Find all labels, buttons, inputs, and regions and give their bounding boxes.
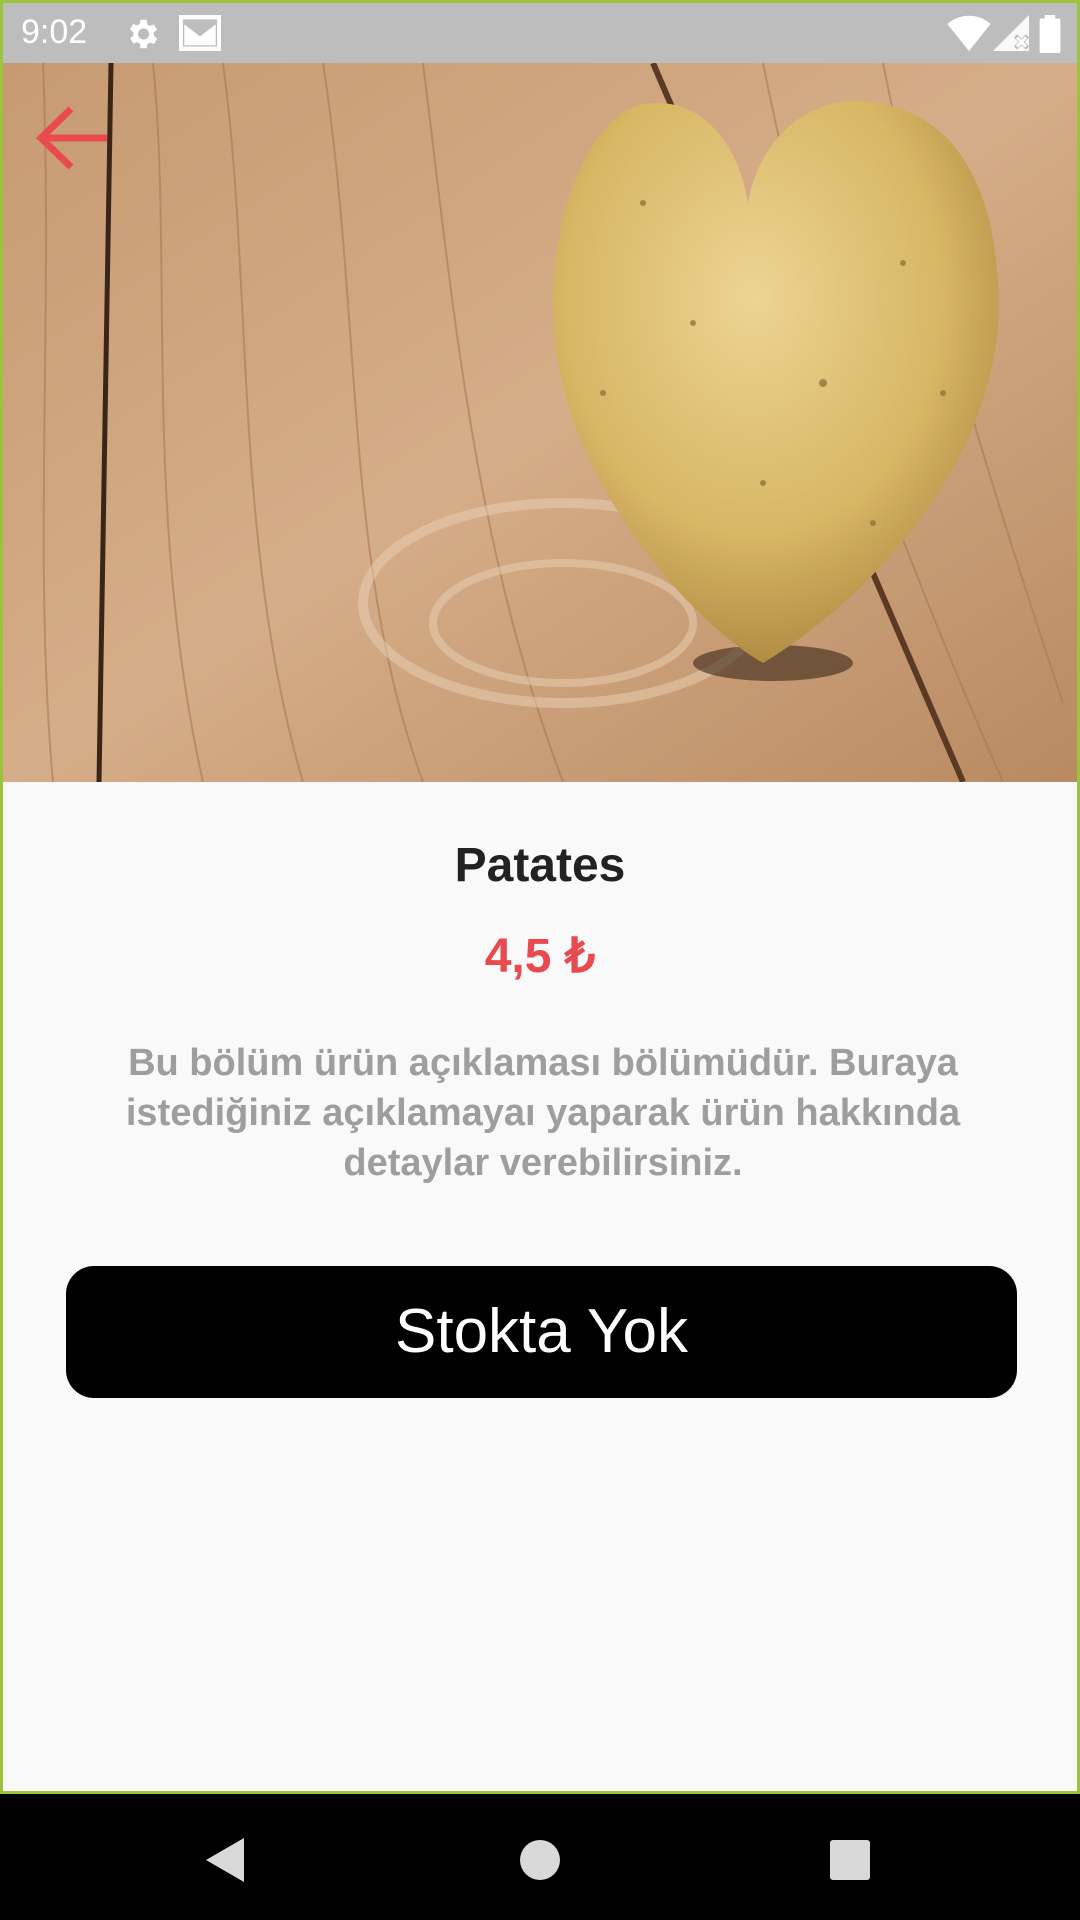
recents-square-icon[interactable] <box>820 1830 880 1890</box>
wifi-icon <box>947 15 991 51</box>
product-detail-screen: 9:02 Patates 4,5 ₺ Bu bölüm ürün açıklam… <box>0 0 1080 1794</box>
navigation-bar <box>0 1794 1080 1920</box>
gear-icon <box>129 19 158 49</box>
mail-icon <box>179 15 221 51</box>
signal-icon <box>993 15 1029 51</box>
back-arrow-icon[interactable] <box>33 103 113 173</box>
out-of-stock-button[interactable]: Stokta Yok <box>66 1266 1017 1398</box>
battery-icon <box>1039 15 1061 53</box>
home-circle-icon[interactable] <box>510 1830 570 1890</box>
potato-on-wood-image <box>3 63 1077 782</box>
back-triangle-icon[interactable] <box>196 1830 256 1890</box>
product-image <box>3 63 1077 782</box>
product-price: 4,5 ₺ <box>484 930 596 983</box>
status-time: 9:02 <box>21 13 88 51</box>
product-description: Bu bölüm ürün açıklaması bölümüdür. Bura… <box>125 1042 961 1184</box>
status-bar: 9:02 <box>3 3 1077 63</box>
product-name: Patates <box>454 839 626 892</box>
